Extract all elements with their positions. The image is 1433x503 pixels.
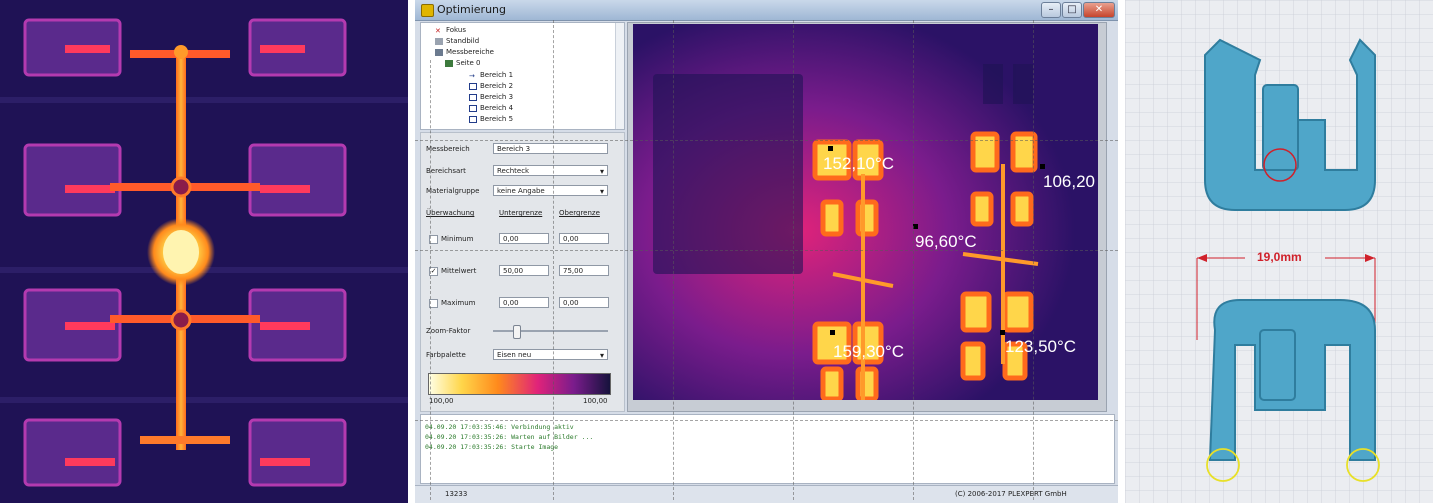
maximum-upper-input[interactable]: 0,00	[559, 297, 609, 308]
thermal-image-left	[0, 0, 408, 503]
log-line: 04.09.20 17:03:35:26: Warten auf Bilder …	[425, 433, 594, 441]
bereichsart-select[interactable]: Rechteck	[493, 165, 608, 177]
col-header-ueberwachung: Überwachung	[426, 209, 475, 217]
guide-line	[1033, 20, 1034, 500]
temp-label-5: 123,50°C	[1005, 337, 1077, 356]
messbereich-input[interactable]: Bereich 3	[493, 143, 608, 154]
measure-areas-icon	[435, 48, 443, 56]
zoom-slider-track[interactable]	[493, 330, 608, 332]
page-icon	[445, 59, 453, 67]
status-bar: 13233 (C) 2006-2017 PLEXPERT GmbH	[415, 485, 1118, 503]
scale-max-label: 100,00	[583, 397, 608, 405]
log-line: 04.09.20 17:03:35:26: Starte Image	[425, 443, 559, 451]
maximize-button[interactable]: □	[1062, 2, 1082, 18]
minimum-lower-input[interactable]: 0,00	[499, 233, 549, 244]
app-icon	[421, 4, 434, 17]
tree-item-fokus[interactable]: ✕ Fokus	[435, 26, 466, 35]
minimize-button[interactable]: –	[1041, 2, 1061, 18]
minimum-label: Minimum	[441, 235, 474, 243]
scale-min-label: 100,00	[429, 397, 454, 405]
still-image-icon	[435, 37, 443, 45]
tree-item-messbereiche[interactable]: Messbereiche	[435, 48, 494, 56]
bereichsart-label: Bereichsart	[426, 167, 466, 175]
tree-item-seite-0[interactable]: Seite 0	[445, 59, 480, 67]
part-photo: 19,0mm	[1125, 0, 1433, 503]
tree-item-bereich-5[interactable]: Bereich 5	[469, 115, 513, 123]
optimization-window: Optimierung – □ ✕ ✕ Fokus Standbild Messb…	[415, 0, 1118, 503]
col-header-obergrenze: Obergrenze	[559, 209, 600, 217]
minimum-upper-input[interactable]: 0,00	[559, 233, 609, 244]
rect-area-icon	[469, 115, 477, 123]
mittelwert-label: Mittelwert	[441, 267, 477, 275]
mittelwert-upper-input[interactable]: 75,00	[559, 265, 609, 276]
status-copyright: (C) 2006-2017 PLEXPERT GmbH	[955, 490, 1067, 498]
col-header-untergrenze: Untergrenze	[499, 209, 543, 217]
focus-cross-icon: ✕	[435, 26, 441, 35]
thermal-circuit-graphic	[0, 0, 408, 503]
temp-label-4: 159,30°C	[833, 342, 905, 361]
line-arrow-icon: →	[469, 71, 475, 80]
temp-label-1: 152,10°C	[823, 154, 895, 173]
event-log: 04.09.20 17:03:35:46: Verbindung aktiv 0…	[420, 414, 1115, 484]
materialgruppe-label: Materialgruppe	[426, 187, 480, 195]
materialgruppe-select[interactable]: keine Angabe	[493, 185, 608, 197]
status-left: 13233	[445, 490, 468, 498]
tree-item-bereich-1[interactable]: → Bereich 1	[469, 71, 513, 80]
farbpalette-label: Farbpalette	[426, 351, 466, 359]
tree-item-bereich-2[interactable]: Bereich 2	[469, 82, 513, 90]
temp-label-2: 106,20	[1043, 172, 1095, 191]
rect-area-icon	[469, 82, 477, 90]
guide-line	[415, 250, 1118, 251]
tree-scrollbar[interactable]	[615, 23, 624, 129]
messbereich-label: Messbereich	[426, 145, 470, 153]
window-titlebar: Optimierung – □ ✕	[415, 0, 1118, 21]
color-scale-bar	[428, 373, 611, 395]
properties-form: Messbereich Bereich 3 Bereichsart Rechte…	[420, 132, 625, 412]
guide-line	[553, 20, 554, 500]
maximum-label: Maximum	[441, 299, 476, 307]
guide-line	[415, 140, 1118, 141]
zoom-label: Zoom-Faktor	[426, 327, 471, 335]
rect-area-icon	[469, 93, 477, 101]
tree-item-bereich-4[interactable]: Bereich 4	[469, 104, 513, 112]
maximum-lower-input[interactable]: 0,00	[499, 297, 549, 308]
zoom-slider-thumb[interactable]	[513, 325, 521, 339]
farbpalette-select[interactable]: Eisen neu	[493, 349, 608, 361]
thermal-view: 152,10°C 106,20 96,60°C 159,30°C 123,50°…	[633, 24, 1098, 400]
mittelwert-lower-input[interactable]: 50,00	[499, 265, 549, 276]
guide-line	[913, 20, 914, 500]
measurement-tree: ✕ Fokus Standbild Messbereiche Seite 0 → B…	[420, 22, 625, 130]
close-button[interactable]: ✕	[1083, 2, 1115, 18]
tree-item-standbild[interactable]: Standbild	[435, 37, 479, 45]
measurement-label: 19,0mm	[1257, 250, 1302, 264]
log-line: 04.09.20 17:03:35:46: Verbindung aktiv	[425, 423, 574, 431]
temp-label-3: 96,60°C	[915, 232, 977, 251]
guide-line	[415, 420, 1118, 421]
guide-line	[793, 20, 794, 500]
window-title: Optimierung	[437, 3, 506, 16]
guide-line	[430, 60, 431, 500]
tree-item-bereich-3[interactable]: Bereich 3	[469, 93, 513, 101]
guide-line	[673, 20, 674, 500]
rect-area-icon	[469, 104, 477, 112]
